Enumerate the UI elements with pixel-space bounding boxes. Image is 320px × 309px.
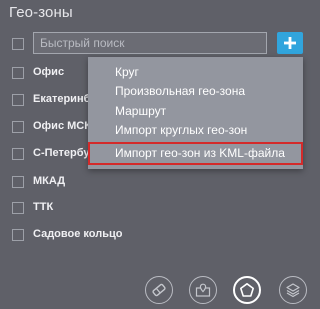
zone-label: ТТК bbox=[33, 201, 54, 213]
add-button[interactable] bbox=[277, 32, 303, 54]
zone-checkbox[interactable] bbox=[12, 121, 24, 133]
zone-item[interactable]: ТТК bbox=[0, 195, 315, 221]
menu-item-import-kml[interactable]: Импорт гео-зон из KML-файла bbox=[88, 142, 303, 165]
bottom-toolbar bbox=[0, 276, 315, 309]
menu-item-label: Круг bbox=[115, 65, 139, 79]
add-geozone-menu: Круг Произвольная гео-зона Маршрут Импор… bbox=[88, 57, 303, 169]
zone-label: Офис bbox=[33, 66, 65, 78]
zone-label: МКАД bbox=[33, 175, 66, 187]
zone-checkbox[interactable] bbox=[12, 148, 24, 160]
pentagon-tool-button[interactable] bbox=[233, 276, 261, 304]
eraser-icon bbox=[152, 283, 166, 297]
search-row bbox=[0, 32, 315, 56]
menu-item-label: Импорт круглых гео-зон bbox=[115, 123, 248, 137]
menu-item-route[interactable]: Маршрут bbox=[88, 102, 303, 121]
zone-label: Екатеринбу bbox=[33, 93, 97, 105]
menu-item-label: Маршрут bbox=[115, 104, 167, 118]
menu-item-label: Импорт гео-зон из KML-файла bbox=[115, 146, 285, 160]
map-pin-icon bbox=[195, 283, 211, 297]
zone-item[interactable]: МКАД bbox=[0, 169, 315, 195]
zone-checkbox[interactable] bbox=[12, 176, 24, 188]
search-input[interactable] bbox=[33, 32, 267, 54]
menu-item-circle[interactable]: Круг bbox=[88, 63, 303, 82]
zone-label: С-Петербу bbox=[33, 147, 90, 159]
select-all-checkbox[interactable] bbox=[12, 38, 24, 50]
zone-label: Офис МСК bbox=[33, 120, 91, 132]
menu-item-import-circles[interactable]: Импорт круглых гео-зон bbox=[88, 121, 303, 140]
zone-checkbox[interactable] bbox=[12, 67, 24, 79]
layers-icon bbox=[286, 283, 300, 298]
map-pin-tool-button[interactable] bbox=[189, 276, 217, 304]
layers-tool-button[interactable] bbox=[279, 276, 307, 304]
menu-item-custom-zone[interactable]: Произвольная гео-зона bbox=[88, 82, 303, 101]
panel-title: Гео-зоны bbox=[9, 4, 73, 21]
plus-icon bbox=[284, 37, 296, 49]
eraser-tool-button[interactable] bbox=[145, 276, 173, 304]
zone-checkbox[interactable] bbox=[12, 202, 24, 214]
zone-item[interactable]: Садовое кольцо bbox=[0, 222, 315, 248]
zone-label: Садовое кольцо bbox=[33, 228, 123, 240]
zone-checkbox[interactable] bbox=[12, 229, 24, 241]
pentagon-icon bbox=[239, 282, 254, 297]
geozones-panel: Гео-зоны Офис Екатеринбу Офис МСК С-Пете… bbox=[0, 0, 315, 309]
menu-item-label: Произвольная гео-зона bbox=[115, 84, 246, 98]
zone-checkbox[interactable] bbox=[12, 94, 24, 106]
